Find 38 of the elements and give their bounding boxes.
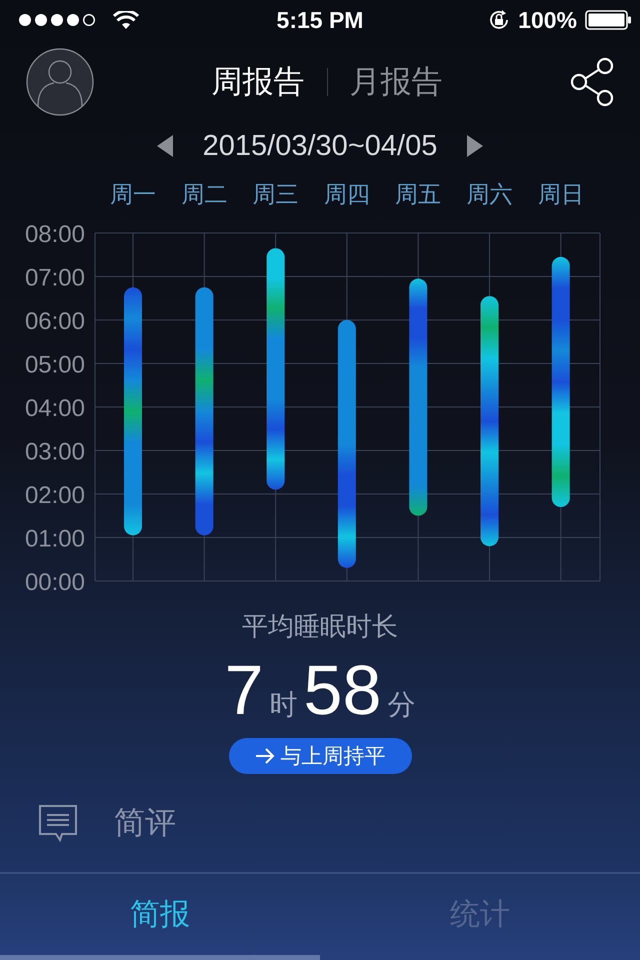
wifi-icon (113, 10, 139, 30)
axis-label: 02:00 (24, 482, 85, 509)
axis-label: 00:00 (24, 569, 85, 591)
axis-label: 08:00 (24, 221, 85, 248)
next-icon[interactable] (467, 135, 484, 157)
axis-label: 06:00 (24, 308, 85, 335)
hours-value: 7 (224, 652, 264, 728)
axis-label: 04:00 (24, 395, 85, 422)
axis-label: 05:00 (24, 352, 85, 378)
comment-icon (38, 804, 78, 842)
axis-label: 01:00 (24, 526, 85, 552)
report-tab[interactable]: 月报告 (350, 61, 442, 103)
report-tab[interactable]: 周报告 (212, 61, 304, 103)
day-label: 周一 (110, 181, 156, 207)
date-range: 2015/03/30~04/05 (202, 130, 438, 162)
share-icon[interactable] (570, 57, 614, 107)
axis-label: 03:00 (24, 438, 85, 466)
minutes-unit: 分 (387, 688, 416, 722)
day-label: 周日 (538, 181, 584, 207)
day-label: 周三 (252, 181, 299, 207)
rotation-lock-icon (488, 9, 510, 31)
day-label: 周二 (181, 181, 228, 207)
day-label: 周六 (466, 181, 512, 207)
minutes-value: 58 (304, 652, 382, 728)
arrow-right-icon (254, 747, 274, 765)
battery-percent: 100% (518, 6, 577, 34)
trend-button[interactable]: 与上周持平 (228, 738, 412, 774)
average-label: 平均睡眠时长 (242, 610, 398, 643)
status-time: 5:15 PM (276, 6, 364, 34)
previous-icon[interactable] (156, 135, 173, 157)
comment-title: 简评 (114, 804, 176, 842)
axis-label: 07:00 (24, 264, 85, 292)
battery-icon (585, 10, 632, 30)
hours-unit: 时 (270, 688, 298, 722)
day-label: 周五 (395, 181, 442, 207)
bottom-tab[interactable]: 简报 (0, 874, 320, 960)
avatar-icon[interactable] (26, 48, 94, 116)
day-label: 周四 (324, 181, 370, 207)
